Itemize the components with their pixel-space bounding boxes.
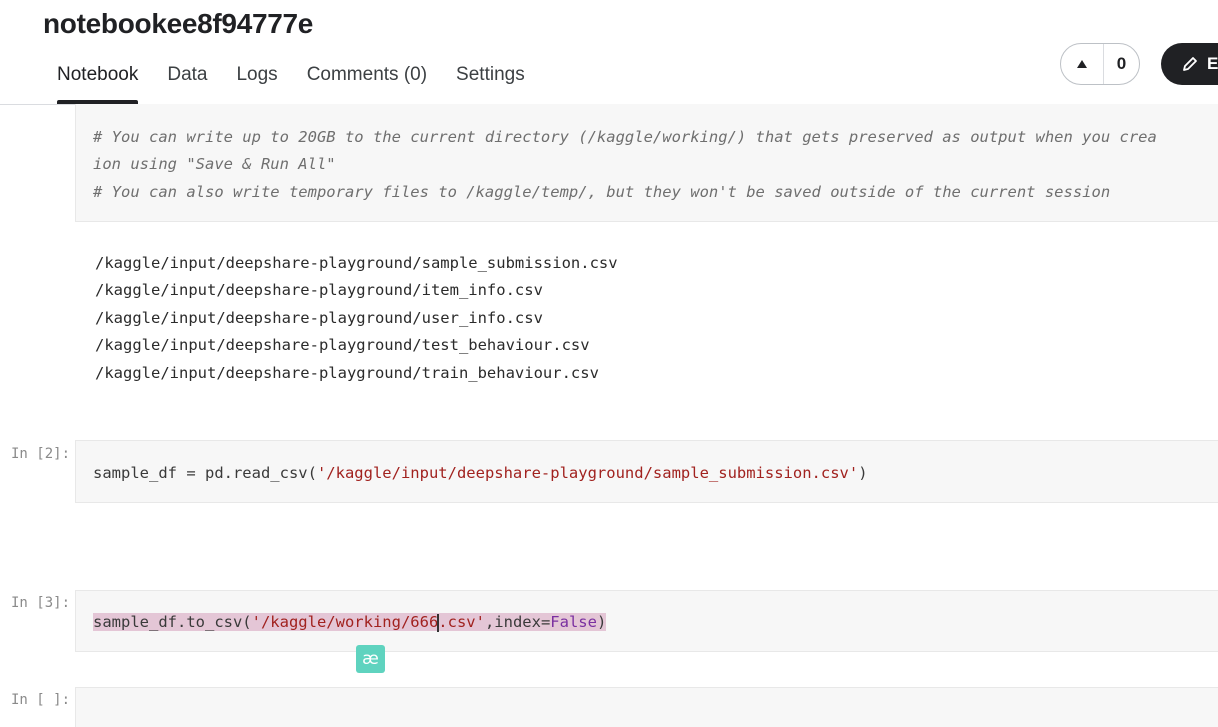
edit-button-label: E bbox=[1207, 54, 1218, 73]
upvote-button[interactable] bbox=[1061, 44, 1104, 84]
output-line: /kaggle/input/deepshare-playground/sampl… bbox=[95, 254, 618, 272]
tab-notebook[interactable]: Notebook bbox=[57, 62, 139, 104]
code-string: '/kaggle/input/deepshare-playground/samp… bbox=[316, 464, 859, 482]
tab-settings[interactable]: Settings bbox=[456, 62, 525, 104]
code-cell[interactable]: sample_df.to_csv('/kaggle/working/666.cs… bbox=[75, 590, 1218, 652]
cell-prompt: In [ ]: bbox=[11, 692, 71, 708]
code-keyword: False bbox=[550, 613, 597, 631]
edit-button[interactable]: E bbox=[1161, 43, 1218, 85]
cell-prompt: In [3]: bbox=[11, 595, 71, 611]
code-cell[interactable] bbox=[75, 687, 1218, 727]
tab-comments[interactable]: Comments (0) bbox=[307, 62, 427, 104]
selected-code: sample_df.to_csv('/kaggle/working/666.cs… bbox=[93, 613, 607, 632]
output-line: /kaggle/input/deepshare-playground/test_… bbox=[95, 336, 590, 354]
output-line: /kaggle/input/deepshare-playground/user_… bbox=[95, 309, 543, 327]
output-line: /kaggle/input/deepshare-playground/item_… bbox=[95, 281, 543, 299]
notebook-header: notebookee8f94777e Notebook Data Logs Co… bbox=[0, 0, 1218, 105]
cell-prompt: In [2]: bbox=[11, 446, 71, 462]
pencil-icon bbox=[1183, 57, 1197, 71]
tab-logs[interactable]: Logs bbox=[236, 62, 277, 104]
code-string: .csv' bbox=[438, 613, 485, 631]
code-text: ) bbox=[596, 613, 607, 631]
code-text: sample_df.to_csv( bbox=[93, 613, 252, 631]
code-text: ,index= bbox=[484, 613, 551, 631]
code-cell[interactable]: sample_df = pd.read_csv('/kaggle/input/d… bbox=[75, 440, 1218, 503]
input-method-badge: æ bbox=[356, 645, 385, 673]
code-line: sample_df = pd.read_csv('/kaggle/input/d… bbox=[93, 464, 868, 482]
notebook-tabs: Notebook Data Logs Comments (0) Settings bbox=[57, 62, 554, 104]
code-text: sample_df = pd.read_csv( bbox=[93, 464, 317, 482]
output-line: /kaggle/input/deepshare-playground/train… bbox=[95, 364, 599, 382]
code-line: sample_df.to_csv('/kaggle/working/666.cs… bbox=[93, 613, 607, 632]
code-line: # You can write up to 20GB to the curren… bbox=[93, 128, 1157, 146]
vote-count: 0 bbox=[1116, 54, 1127, 73]
tab-data[interactable]: Data bbox=[167, 62, 207, 104]
code-cell[interactable]: # You can write up to 20GB to the curren… bbox=[75, 104, 1218, 222]
upvote-control: 0 bbox=[1060, 43, 1140, 85]
code-text: ) bbox=[858, 464, 868, 482]
notebook-title: notebookee8f94777e bbox=[43, 8, 314, 39]
code-line: ion using "Save & Run All" bbox=[93, 155, 336, 173]
code-string: '/kaggle/working/666 bbox=[251, 613, 439, 631]
caret-up-icon bbox=[1077, 60, 1087, 68]
code-line: # You can also write temporary files to … bbox=[93, 183, 1111, 201]
